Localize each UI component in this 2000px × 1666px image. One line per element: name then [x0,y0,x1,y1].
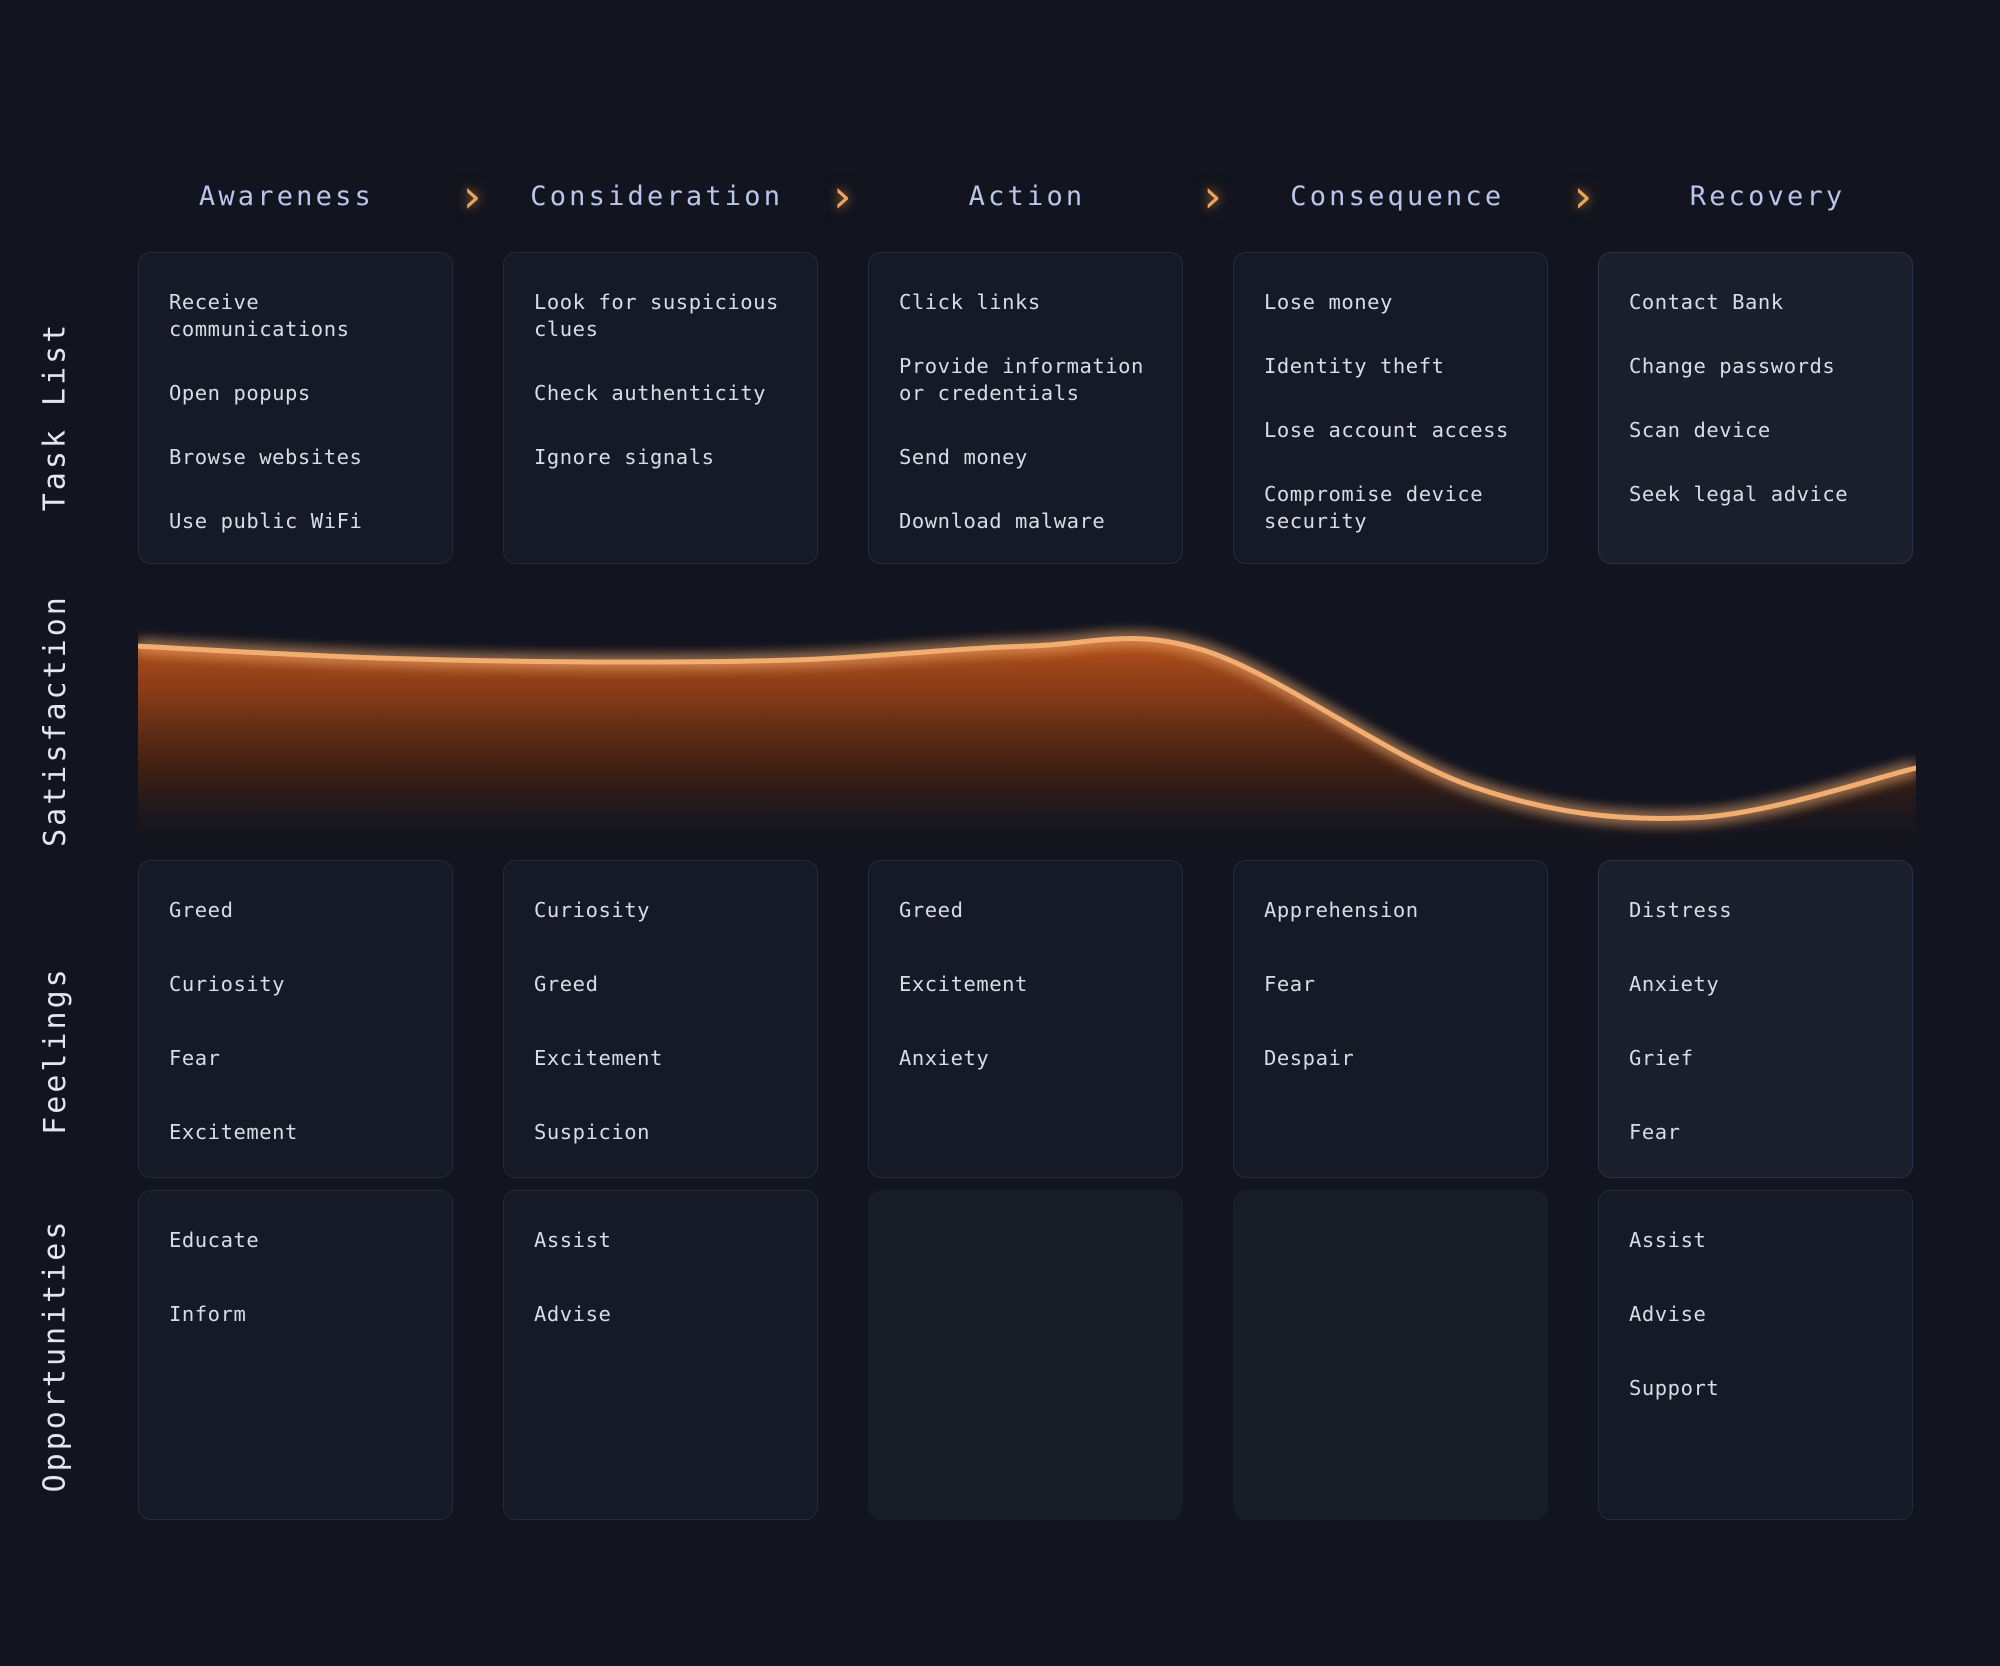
row-label-satisfaction-text: Satisfaction [37,593,73,847]
feeling-card-consideration[interactable]: Curiosity Greed Excitement Suspicion [503,860,818,1178]
opportunity-card-awareness[interactable]: Educate Inform [138,1190,453,1520]
task-item: Click links [899,290,1041,314]
feeling-card-awareness[interactable]: Greed Curiosity Fear Excitement [138,860,453,1178]
stage-header-recovery[interactable]: Recovery [1619,181,1916,212]
stage-header-consideration[interactable]: Consideration [508,181,805,212]
satisfaction-chart [138,600,1916,860]
feeling-item: Fear [1264,972,1316,997]
task-item: Seek legal advice [1629,482,1849,507]
row-label-feelings: Feelings [0,900,110,1200]
stage-header-row: Awareness › Consideration › Action › Consequen… [138,168,1916,224]
task-item: Ignore signals [534,445,715,470]
row-label-feelings-text: Feelings [37,965,73,1135]
stage-header-awareness[interactable]: Awareness [138,181,435,212]
task-item: Download malware [899,509,1106,534]
opportunities-row: Educate Inform Assist Advise Assist Advise Sup… [138,1190,1916,1520]
row-label-satisfaction: Satisfaction [0,580,110,860]
task-item: Browse websites [169,445,363,470]
feeling-card-consequence[interactable]: Apprehension Fear Despair [1233,860,1548,1178]
task-card-consequence[interactable]: Lose money Identity theft Lose account acc… [1233,252,1548,564]
feeling-item: Greed [169,898,234,922]
satisfaction-area-fill [138,638,1916,860]
task-item: Use public WiFi [169,509,363,534]
opportunity-item: Assist [534,1228,612,1252]
customer-journey-map: Task List Satisfaction Feelings Opportun… [0,0,2000,1666]
task-item: Scan device [1629,418,1771,443]
task-item: Provide information or credentials [899,354,1144,406]
opportunity-item: Advise [534,1302,612,1327]
opportunity-card-consideration[interactable]: Assist Advise [503,1190,818,1520]
opportunity-item: Advise [1629,1302,1707,1327]
stage-header-consequence[interactable]: Consequence [1249,181,1546,212]
feeling-card-recovery[interactable]: Distress Anxiety Grief Fear [1598,860,1913,1178]
task-item: Change passwords [1629,354,1836,379]
task-item: Check authenticity [534,381,767,406]
feeling-item: Curiosity [169,972,286,997]
feeling-item: Fear [1629,1120,1681,1145]
task-item: Identity theft [1264,354,1445,379]
feeling-item: Anxiety [1629,972,1720,997]
feeling-item: Greed [534,972,599,997]
opportunity-item: Inform [169,1302,247,1327]
task-item: Look for suspicious clues [534,290,779,342]
feeling-item: Grief [1629,1046,1694,1071]
satisfaction-chart-svg [138,636,1916,860]
stage-header-action[interactable]: Action [879,181,1176,212]
feeling-item: Excitement [899,972,1028,997]
task-item: Contact Bank [1629,290,1784,314]
task-card-awareness[interactable]: Receive communications Open popups Browse … [138,252,453,564]
opportunity-card-consequence[interactable] [1233,1190,1548,1520]
feeling-item: Apprehension [1264,898,1419,922]
opportunity-item: Educate [169,1228,260,1252]
task-list-row: Receive communications Open popups Browse … [138,252,1916,564]
feeling-item: Distress [1629,898,1733,922]
opportunity-card-action[interactable] [868,1190,1183,1520]
chevron-right-icon: › [457,169,486,223]
task-card-recovery[interactable]: Contact Bank Change passwords Scan device S… [1598,252,1913,564]
feeling-item: Excitement [534,1046,663,1071]
row-label-opportunities-text: Opportunities [37,1218,73,1492]
feeling-item: Anxiety [899,1046,990,1071]
task-card-consideration[interactable]: Look for suspicious clues Check authentic… [503,252,818,564]
task-item: Compromise device security [1264,482,1484,534]
feeling-item: Greed [899,898,964,922]
feelings-row: Greed Curiosity Fear Excitement Curiosity Gre… [138,860,1916,1178]
feeling-item: Curiosity [534,898,651,922]
task-item: Lose account access [1264,418,1509,443]
chevron-right-icon: › [828,169,856,223]
feeling-item: Suspicion [534,1120,651,1145]
task-item: Open popups [169,381,311,406]
task-item: Receive communications [169,290,350,342]
feeling-item: Excitement [169,1120,298,1145]
row-label-opportunities: Opportunities [0,1190,110,1520]
row-label-task-list: Task List [0,256,110,576]
feeling-card-action[interactable]: Greed Excitement Anxiety [868,860,1183,1178]
opportunity-item: Assist [1629,1228,1707,1252]
task-card-action[interactable]: Click links Provide information or creden… [868,252,1183,564]
chevron-right-icon: › [1568,169,1597,223]
feeling-item: Despair [1264,1046,1355,1071]
row-label-task-list-text: Task List [37,321,73,511]
feeling-item: Fear [169,1046,221,1071]
task-item: Send money [899,445,1028,470]
opportunity-card-recovery[interactable]: Assist Advise Support [1598,1190,1913,1520]
task-item: Lose money [1264,290,1393,314]
opportunity-item: Support [1629,1376,1720,1401]
chevron-right-icon: › [1198,169,1226,223]
